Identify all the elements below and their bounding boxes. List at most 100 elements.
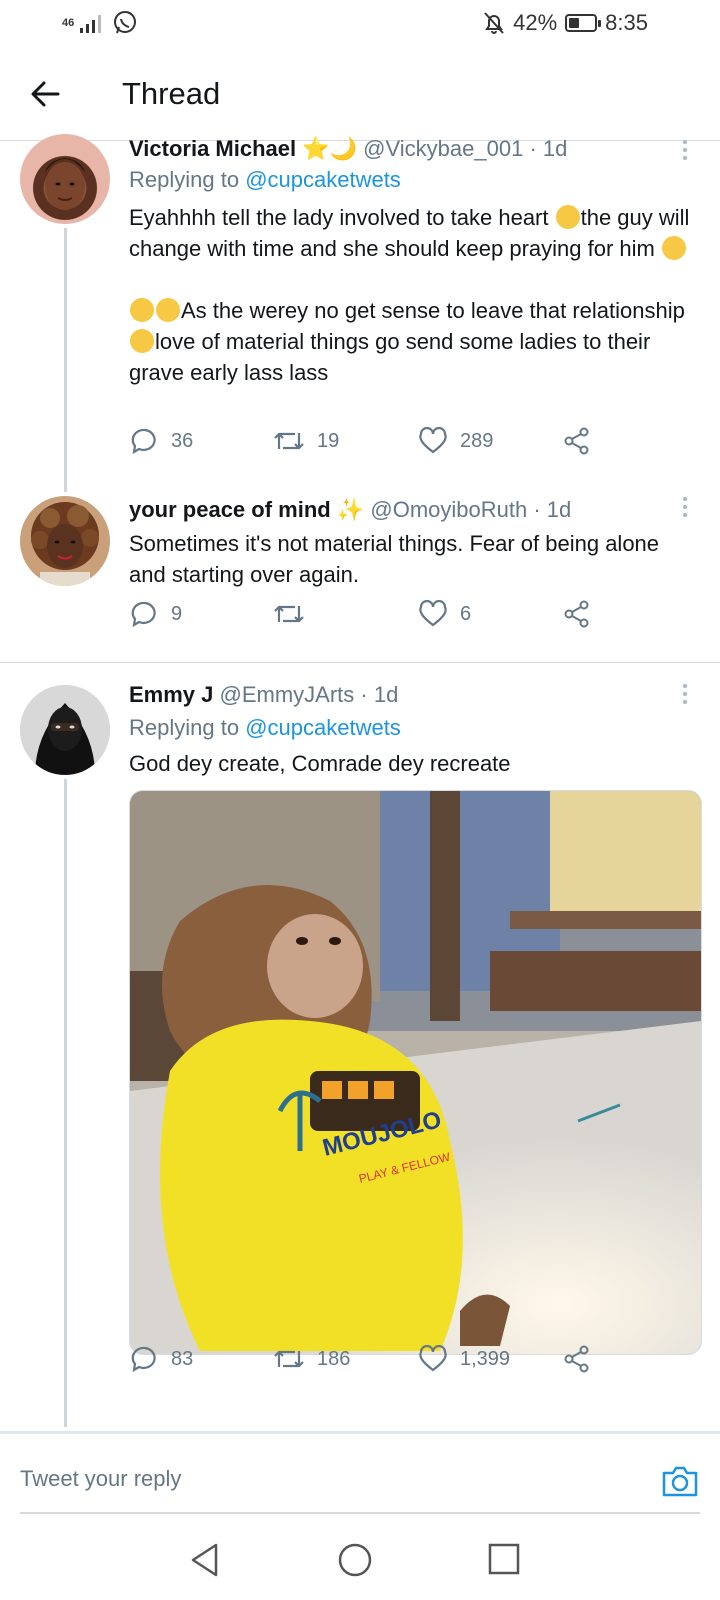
replying-to: Replying to @cupcaketwets — [129, 715, 401, 741]
like-count: 6 — [460, 602, 472, 625]
smirking-emoji — [156, 298, 180, 322]
battery-percent: 42% — [513, 10, 558, 35]
retweet-count: 186 — [317, 1347, 351, 1370]
network-type: 46 — [62, 17, 75, 29]
retweet-icon — [274, 1350, 304, 1368]
tweet-text: Eyahhhh tell the lady involved to take h… — [129, 202, 699, 388]
tweet-text: Sometimes it's not material things. Fear… — [129, 531, 660, 587]
author-name[interactable]: your peace of mind — [129, 497, 331, 522]
heart-icon — [419, 427, 447, 454]
tweet-actions: 83 186 1,399 — [131, 1345, 601, 1379]
tweet-text-part: As the werey no get sense to leave that … — [181, 298, 685, 323]
composer-underline — [20, 1512, 700, 1514]
retweet-icon — [274, 432, 304, 450]
reply-button[interactable]: 9 — [131, 600, 182, 628]
tweet-text-part: love of material things go send some lad… — [129, 329, 651, 385]
reply-button[interactable]: 83 — [131, 1345, 193, 1373]
author-name[interactable]: Victoria Michael — [129, 136, 296, 161]
reply-count: 36 — [171, 429, 194, 452]
avatar-image — [45, 158, 85, 210]
like-count: 289 — [460, 429, 494, 452]
tweet-actions: 36 19 289 — [131, 427, 601, 461]
reply-composer: Tweet your reply — [0, 1431, 720, 1514]
retweet-count: 19 — [317, 429, 340, 452]
more-options-icon[interactable] — [683, 684, 689, 708]
hugging-emoji — [661, 236, 686, 260]
tweet-age: 1d — [546, 497, 572, 522]
share-button[interactable] — [563, 1345, 591, 1373]
reply-icon — [131, 601, 156, 628]
confused-emoji — [130, 329, 154, 353]
thread-header: Thread — [0, 48, 720, 141]
status-left: 46 — [62, 10, 138, 36]
reply-icon — [131, 1346, 156, 1373]
thread-line — [64, 228, 67, 492]
share-button[interactable] — [563, 427, 591, 455]
android-nav-bar — [0, 1530, 720, 1600]
monkey-photo: MOUJOLO PLAY & FELLOW — [130, 791, 701, 1354]
nav-back-icon[interactable] — [188, 1542, 222, 1578]
replying-to-link[interactable]: @cupcaketwets — [245, 167, 401, 192]
status-right: 42% 8:35 — [483, 10, 648, 36]
retweet-button[interactable] — [273, 600, 317, 628]
like-button[interactable]: 1,399 — [418, 1345, 510, 1373]
thread-line — [64, 779, 67, 1427]
author-handle[interactable]: @Vickybae_001 — [363, 136, 523, 161]
share-icon — [564, 427, 589, 455]
heart-icon — [419, 600, 447, 627]
reply-count: 83 — [171, 1347, 194, 1370]
reply-icon — [131, 428, 156, 455]
author-name[interactable]: Emmy J — [129, 682, 213, 707]
back-arrow-icon[interactable] — [26, 74, 66, 114]
unamused-emoji — [130, 298, 154, 322]
tweet-header: Emmy J @EmmyJArts · 1d — [129, 682, 399, 707]
clock: 8:35 — [605, 10, 648, 35]
nav-home-icon[interactable] — [337, 1542, 373, 1578]
retweet-button[interactable]: 19 — [273, 427, 339, 455]
tweet-actions: 9 6 — [131, 600, 601, 634]
more-options-icon[interactable] — [683, 497, 689, 521]
like-button[interactable]: 6 — [418, 600, 471, 628]
tweet-age: 1d — [373, 682, 399, 707]
replying-to: Replying to @cupcaketwets — [129, 167, 401, 193]
avatar[interactable] — [20, 134, 110, 224]
whatsapp-icon — [114, 11, 137, 34]
share-button[interactable] — [563, 600, 591, 628]
reply-input[interactable]: Tweet your reply — [20, 1466, 181, 1492]
divider — [0, 662, 720, 663]
share-icon — [564, 600, 589, 628]
battery-icon — [565, 14, 602, 32]
author-handle[interactable]: @EmmyJArts — [220, 682, 355, 707]
avatar-image — [20, 685, 110, 775]
avatar[interactable] — [20, 496, 110, 586]
smirk-emoji — [555, 205, 580, 229]
more-options-icon[interactable] — [683, 140, 689, 164]
sparkles-emoji: ✨ — [336, 497, 365, 522]
tweet-text: God dey create, Comrade dey recreate — [129, 751, 511, 776]
tweet-header: Victoria Michael ⭐🌙 @Vickybae_001 · 1d — [129, 136, 568, 161]
replying-to-link[interactable]: @cupcaketwets — [245, 715, 401, 740]
mute-notifications-icon — [484, 12, 504, 34]
author-handle[interactable]: @OmoyiboRuth — [370, 497, 527, 522]
status-bar: 46 42% 8:35 — [0, 0, 720, 48]
retweet-icon — [274, 605, 304, 623]
avatar[interactable] — [20, 685, 110, 775]
tweet-header: your peace of mind ✨ @OmoyiboRuth · 1d — [129, 497, 572, 522]
nav-recents-icon[interactable] — [488, 1543, 520, 1575]
like-button[interactable]: 289 — [418, 427, 493, 455]
signal-icon — [80, 15, 102, 33]
replying-prefix: Replying to — [129, 167, 246, 192]
heart-icon — [419, 1345, 447, 1372]
avatar-image — [31, 502, 99, 586]
tweet-age: 1d — [542, 136, 568, 161]
like-count: 1,399 — [460, 1347, 511, 1370]
reply-count: 9 — [171, 602, 183, 625]
page-title: Thread — [122, 76, 221, 111]
replying-prefix: Replying to — [129, 715, 246, 740]
camera-icon[interactable] — [661, 1464, 699, 1498]
reply-button[interactable]: 36 — [131, 427, 193, 455]
cloud-emoji: 🌙 — [329, 136, 358, 161]
share-icon — [564, 1345, 589, 1373]
tweet-media-image[interactable]: MOUJOLO PLAY & FELLOW — [129, 790, 702, 1355]
retweet-button[interactable]: 186 — [273, 1345, 350, 1373]
